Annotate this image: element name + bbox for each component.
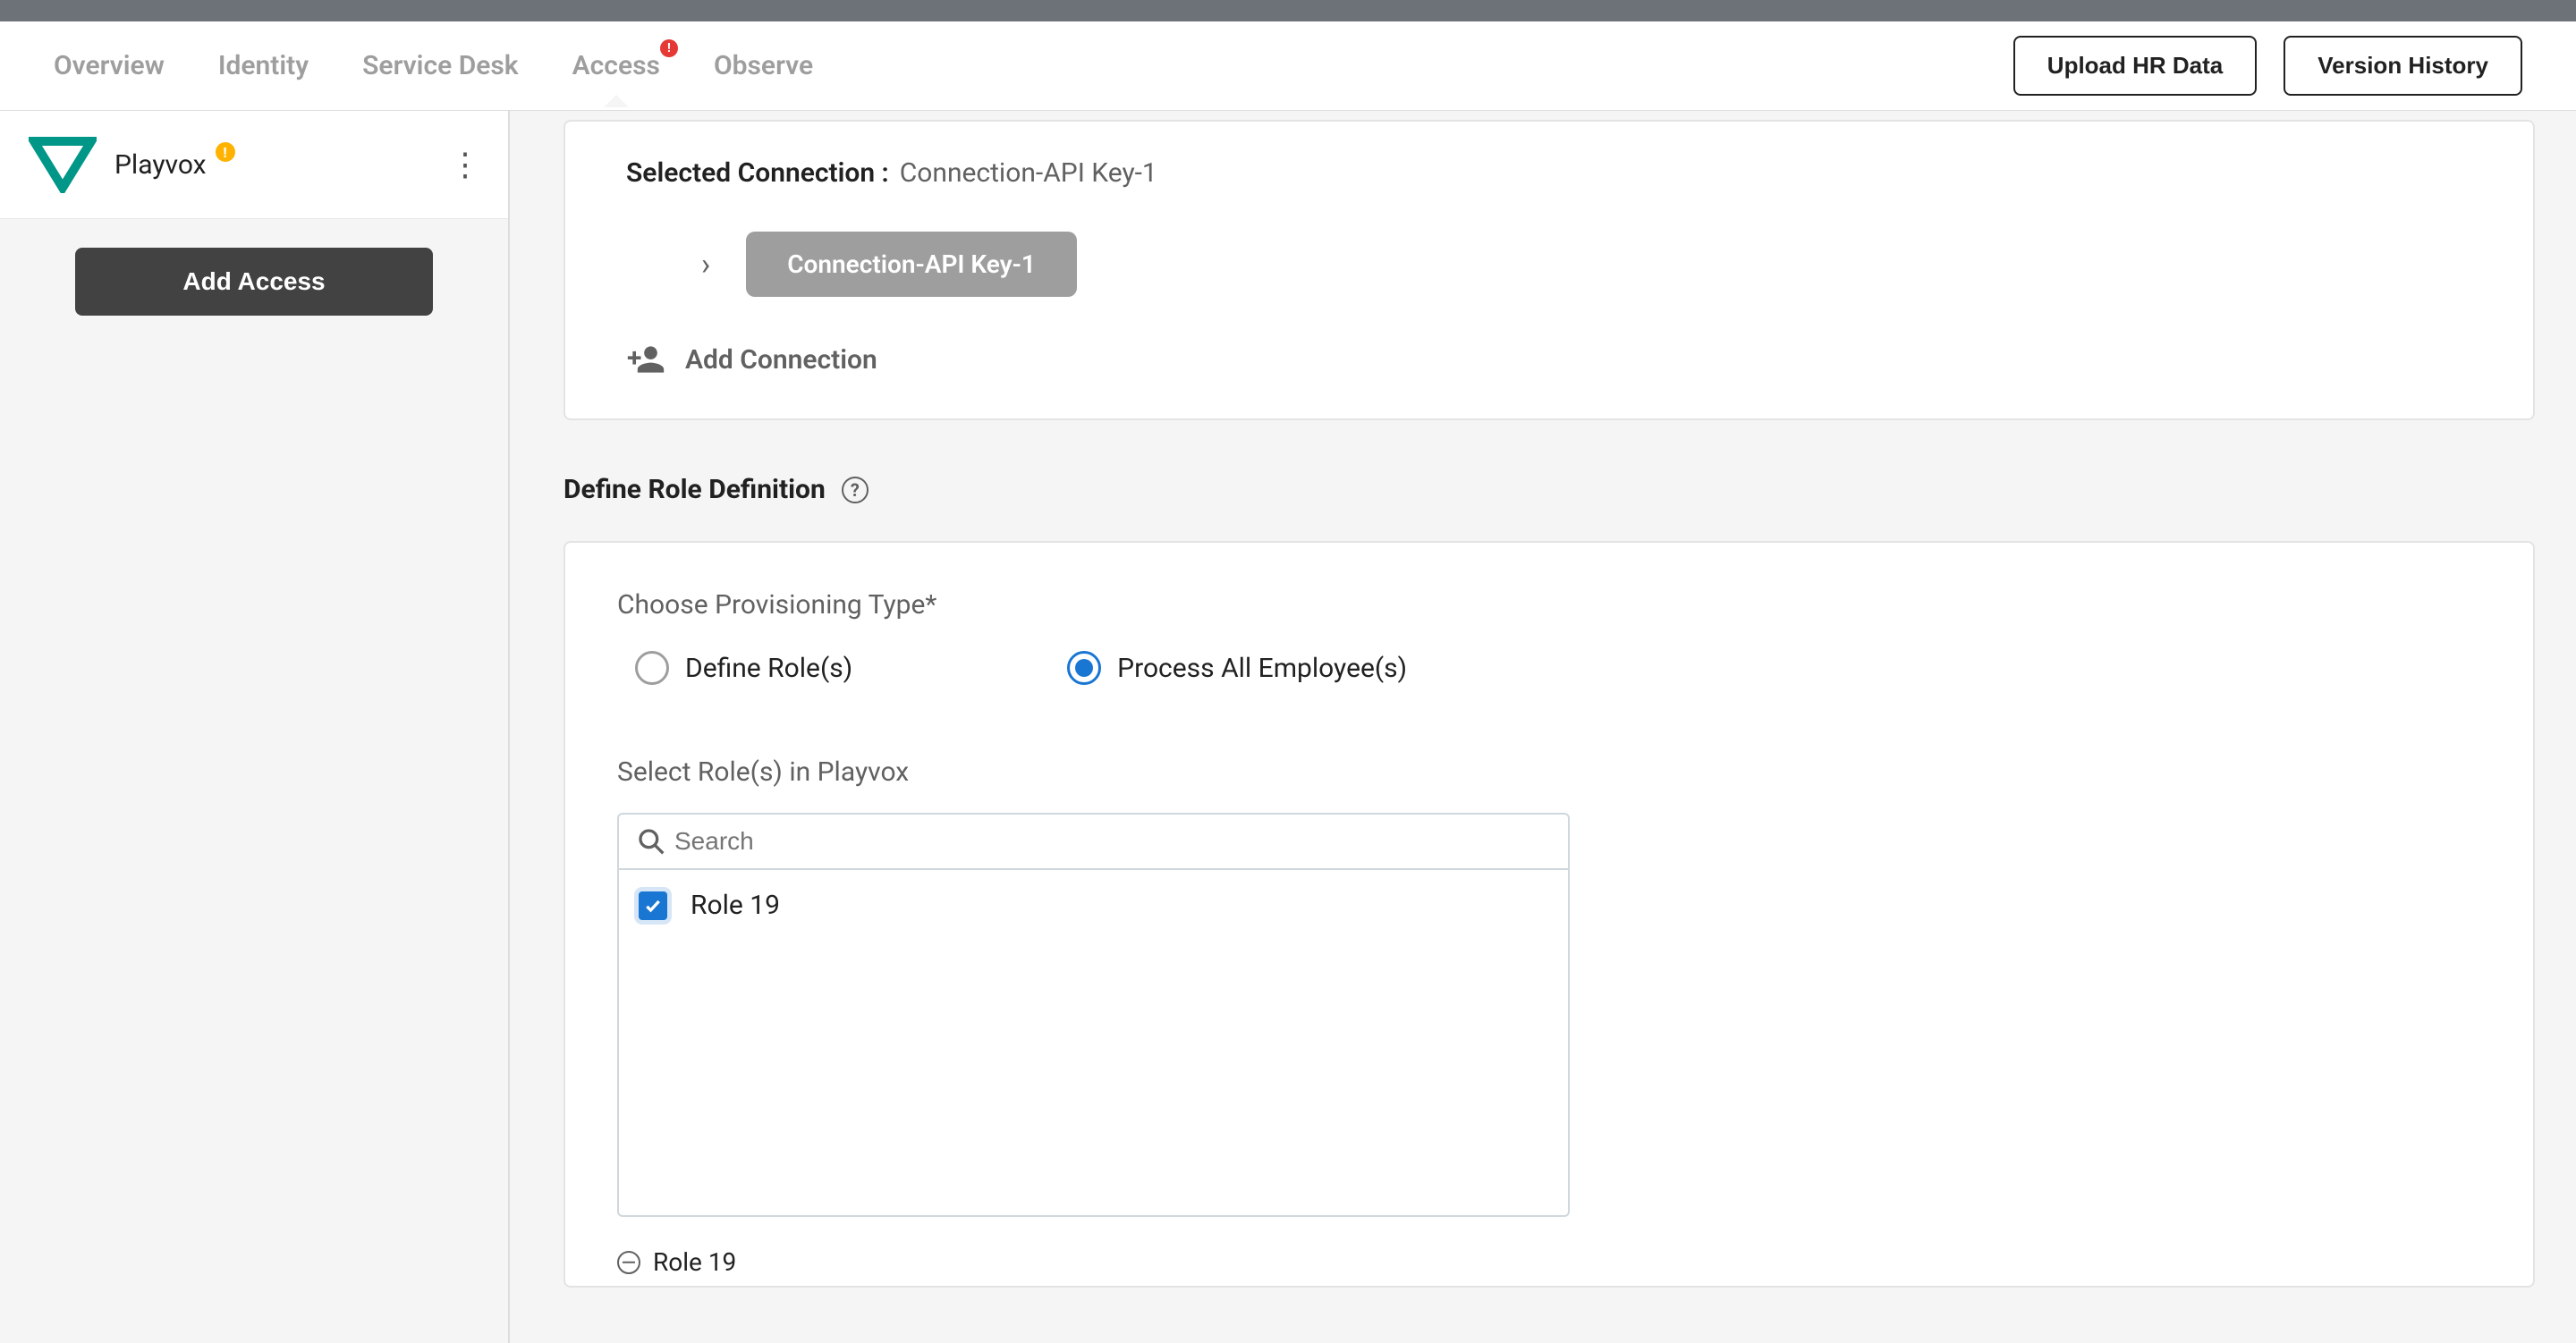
role-search-box (617, 813, 1570, 870)
section-title-text: Define Role Definition (564, 474, 826, 505)
warning-badge-icon: ! (216, 142, 235, 162)
tab-access-label: Access (572, 50, 660, 81)
check-icon (644, 897, 662, 915)
tab-observe[interactable]: Observe (714, 25, 813, 106)
navbar: Overview Identity Service Desk Access ! … (0, 21, 2576, 111)
radio-define-roles-label: Define Role(s) (685, 653, 852, 684)
help-icon[interactable]: ? (842, 477, 869, 503)
role-search-wrap: Role 19 Role 19 (617, 813, 1570, 1277)
checkbox-checked-icon[interactable] (639, 891, 667, 920)
role-listbox: Role 19 (617, 870, 1570, 1217)
remove-icon[interactable] (617, 1251, 640, 1274)
select-roles-label: Select Role(s) in Playvox (617, 756, 2481, 788)
role-item-label: Role 19 (691, 890, 780, 921)
alert-badge-icon: ! (660, 39, 678, 57)
top-strip (0, 0, 2576, 21)
radio-process-all-label: Process All Employee(s) (1117, 653, 1407, 684)
connection-card: Selected Connection : Connection-API Key… (564, 120, 2535, 420)
provisioning-radio-group: Define Role(s) Process All Employee(s) (635, 651, 2481, 685)
define-role-title: Define Role Definition ? (564, 474, 2535, 505)
search-icon (637, 827, 665, 856)
version-history-button[interactable]: Version History (2284, 36, 2522, 96)
role-list-item[interactable]: Role 19 (639, 890, 1548, 921)
selected-connection-label: Selected Connection : (626, 157, 889, 189)
radio-icon (1067, 651, 1101, 685)
selected-role-chips: Role 19 (617, 1247, 1570, 1277)
connection-chip-row: › Connection-API Key-1 (701, 232, 2472, 297)
tab-access[interactable]: Access ! (572, 25, 660, 106)
sidebar-item-playvox[interactable]: Playvox ! ⋮ (0, 111, 508, 219)
kebab-menu-icon[interactable]: ⋮ (449, 146, 479, 183)
sidebar-item-label: Playvox (114, 149, 207, 181)
add-access-button[interactable]: Add Access (75, 248, 433, 316)
tab-overview[interactable]: Overview (54, 25, 165, 106)
provisioning-type-label: Choose Provisioning Type* (617, 589, 2481, 621)
connection-chip[interactable]: Connection-API Key-1 (746, 232, 1077, 297)
main-layout: Playvox ! ⋮ Add Access Selected Connecti… (0, 111, 2576, 1343)
radio-process-all[interactable]: Process All Employee(s) (1067, 651, 1407, 685)
tab-identity[interactable]: Identity (218, 25, 309, 106)
radio-define-roles[interactable]: Define Role(s) (635, 651, 852, 685)
selected-role-chip[interactable]: Role 19 (617, 1247, 736, 1277)
selected-connection-row: Selected Connection : Connection-API Key… (626, 157, 2472, 189)
radio-icon (635, 651, 669, 685)
selected-role-chip-label: Role 19 (653, 1247, 736, 1277)
selected-connection-value: Connection-API Key-1 (900, 157, 1157, 189)
role-definition-card: Choose Provisioning Type* Define Role(s)… (564, 541, 2535, 1288)
content: Selected Connection : Connection-API Key… (510, 111, 2576, 1343)
playvox-logo-icon (29, 136, 97, 193)
tab-service-desk[interactable]: Service Desk (362, 25, 519, 106)
nav-right: Upload HR Data Version History (2013, 36, 2522, 96)
add-access-wrap: Add Access (0, 219, 508, 344)
chevron-right-icon[interactable]: › (701, 247, 710, 283)
nav-tabs: Overview Identity Service Desk Access ! … (54, 25, 813, 106)
add-connection-button[interactable]: Add Connection (626, 340, 2472, 379)
upload-hr-data-button[interactable]: Upload HR Data (2013, 36, 2257, 96)
sidebar: Playvox ! ⋮ Add Access (0, 111, 510, 1343)
add-person-icon (626, 340, 665, 379)
role-search-input[interactable] (674, 827, 1550, 856)
add-connection-label: Add Connection (685, 344, 877, 376)
